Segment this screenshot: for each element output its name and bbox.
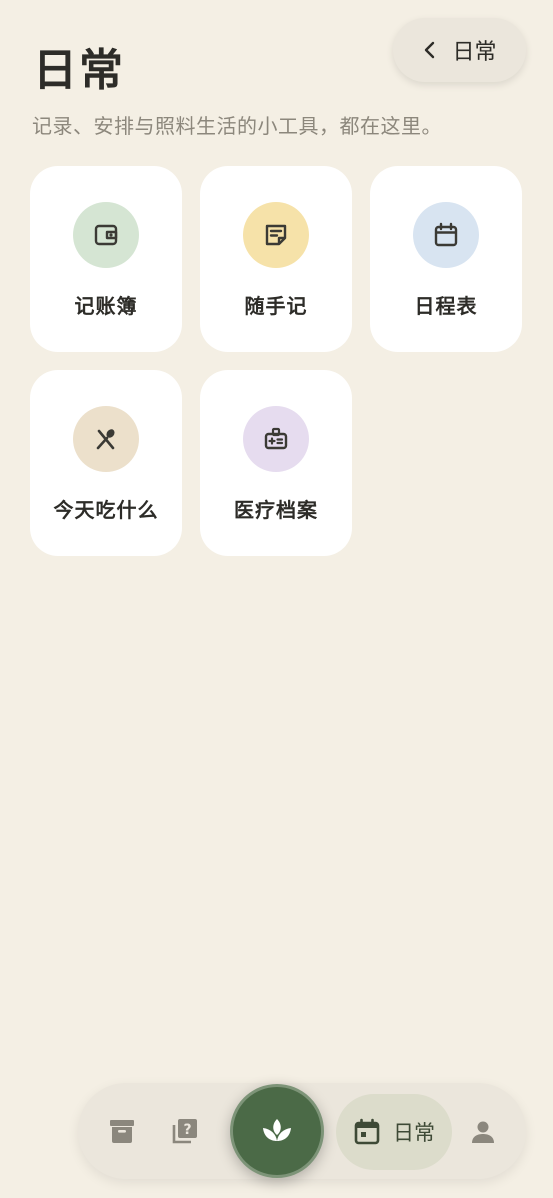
tool-card-schedule[interactable]: 日程表 (370, 166, 522, 352)
tool-icon-circle (73, 202, 139, 268)
tool-card-label: 今天吃什么 (53, 498, 159, 522)
tool-icon-circle (243, 406, 309, 472)
chevron-left-icon (425, 41, 435, 59)
person-icon (472, 1121, 494, 1143)
page-subtitle: 记录、安排与照料生活的小工具，都在这里。 (32, 114, 442, 138)
tool-card-label: 记账簿 (74, 294, 138, 318)
note-icon (265, 224, 287, 246)
tool-icon-circle (413, 202, 479, 268)
nav-profile[interactable] (463, 1112, 503, 1152)
nav-archive[interactable] (101, 1110, 143, 1152)
nav-question-library[interactable]: ? (164, 1110, 206, 1152)
tool-icon-circle (73, 406, 139, 472)
back-button-label: 日常 (452, 40, 497, 65)
nav-daily[interactable]: 日常 (336, 1094, 452, 1170)
tool-card-ledger[interactable]: 记账簿 (30, 166, 182, 352)
page-title: 日常 (33, 45, 125, 96)
archive-icon (110, 1120, 134, 1143)
nav-home-sprout[interactable] (230, 1084, 324, 1178)
tool-card-label: 随手记 (244, 294, 308, 318)
fork-spoon-icon (96, 429, 115, 450)
tool-card-label: 日程表 (414, 294, 478, 318)
tool-card-label: 医疗档案 (234, 498, 318, 522)
tool-icon-circle (243, 202, 309, 268)
tool-card-medical-records[interactable]: 医疗档案 (200, 370, 352, 556)
back-button[interactable]: 日常 (393, 18, 526, 82)
daily-page: 日常 日常 记录、安排与照料生活的小工具，都在这里。 记账簿 随手记 日程表 今… (0, 0, 553, 1198)
tool-card-what-to-eat[interactable]: 今天吃什么 (30, 370, 182, 556)
medical-kit-icon (264, 427, 288, 450)
question-library-icon: ? (172, 1119, 197, 1144)
svg-text:?: ? (183, 1122, 191, 1138)
wallet-icon (94, 224, 118, 246)
tool-card-quick-note[interactable]: 随手记 (200, 166, 352, 352)
calendar-icon (434, 222, 458, 247)
nav-daily-label: 日常 (393, 1121, 435, 1145)
sprout-icon (263, 1119, 291, 1141)
calendar-icon (354, 1118, 380, 1145)
